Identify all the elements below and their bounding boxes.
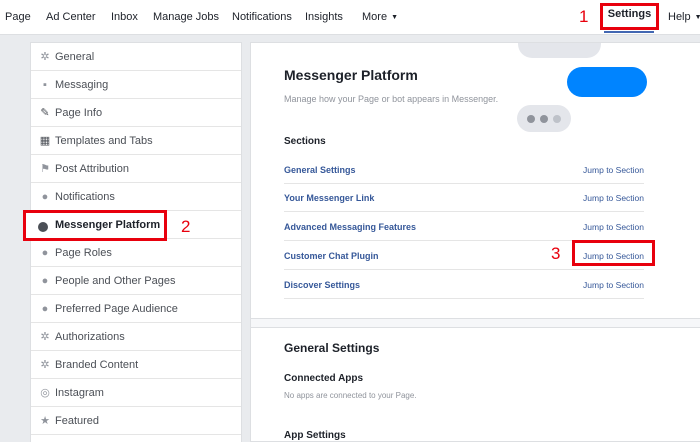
- annotation-2: 2: [181, 217, 191, 236]
- nav-settings[interactable]: Settings: [600, 3, 659, 30]
- annotation-3: 3: [551, 244, 561, 263]
- section-link-discover-settings[interactable]: Discover Settings: [284, 271, 360, 299]
- sidebar-item-label: Post Attribution: [55, 163, 129, 175]
- nav-notifications[interactable]: Notifications: [232, 0, 292, 35]
- section-row: Your Messenger Link Jump to Section: [284, 184, 644, 212]
- globe-icon: ●: [41, 191, 49, 203]
- section-row: General Settings Jump to Section: [284, 156, 644, 184]
- sidebar-item-branded-content[interactable]: ✲ Branded Content: [31, 351, 241, 379]
- caret-down-icon: ▼: [694, 14, 700, 21]
- caret-down-icon: ▼: [391, 14, 398, 21]
- section-row: Discover Settings Jump to Section: [284, 271, 644, 299]
- sidebar-item-label: Page Info: [55, 107, 103, 119]
- gear-icon: ✲: [40, 51, 50, 63]
- jump-to-section-link[interactable]: Jump to Section: [583, 184, 644, 212]
- sidebar-item-label: General: [55, 51, 95, 63]
- instagram-icon: ◎: [40, 387, 50, 399]
- sidebar-item-label: Preferred Page Audience: [55, 303, 178, 315]
- sidebar-item-label: Messenger Platform: [55, 219, 161, 231]
- connected-apps-text: No apps are connected to your Page.: [284, 391, 417, 400]
- sidebar-item-label: Instagram: [55, 387, 104, 399]
- pencil-icon: ✎: [40, 107, 50, 119]
- sidebar-item-preferred-page-audience[interactable]: ● Preferred Page Audience: [31, 295, 241, 323]
- nav-ad-center[interactable]: Ad Center: [46, 0, 96, 35]
- jump-to-section-highlight-box: [572, 240, 655, 266]
- sidebar-item-authorizations[interactable]: ✲ Authorizations: [31, 323, 241, 351]
- speech-bubble-icon: ▪: [43, 79, 47, 91]
- sidebar-item-post-attribution[interactable]: ⚑ Post Attribution: [31, 155, 241, 183]
- page-title: Messenger Platform: [284, 67, 418, 83]
- panel-header-section: Messenger Platform Manage how your Page …: [251, 43, 700, 318]
- sidebar-item-page-roles[interactable]: ● Page Roles: [31, 239, 241, 267]
- general-settings-heading: General Settings: [284, 341, 380, 355]
- nav-page[interactable]: Page: [5, 0, 31, 35]
- sidebar-item-label: Authorizations: [55, 331, 125, 343]
- sections-heading: Sections: [284, 136, 326, 147]
- sidebar-item-featured[interactable]: ★ Featured: [31, 407, 241, 435]
- nav-help-label: Help: [668, 11, 691, 23]
- nav-insights[interactable]: Insights: [305, 0, 343, 35]
- annotation-1: 1: [579, 7, 589, 26]
- connected-apps-heading: Connected Apps: [284, 373, 364, 384]
- settings-sidebar: ✲ General ▪ Messaging ✎ Page Info ▦ Temp…: [30, 42, 242, 442]
- section-link-your-messenger-link[interactable]: Your Messenger Link: [284, 184, 374, 212]
- grid-icon: ▦: [39, 135, 51, 147]
- dot-icon: [540, 115, 548, 123]
- dot-icon: [553, 115, 561, 123]
- sidebar-item-label: People and Other Pages: [55, 275, 176, 287]
- section-row: Advanced Messaging Features Jump to Sect…: [284, 213, 644, 241]
- sidebar-item-templates-and-tabs[interactable]: ▦ Templates and Tabs: [31, 127, 241, 155]
- person-plus-icon: ●: [41, 303, 49, 315]
- messenger-icon: [38, 222, 48, 232]
- sidebar-item-messenger-platform[interactable]: Messenger Platform: [23, 210, 167, 241]
- sidebar-item-page-info[interactable]: ✎ Page Info: [31, 99, 241, 127]
- nav-more-label: More: [362, 11, 388, 23]
- jump-to-section-link[interactable]: Jump to Section: [583, 213, 644, 241]
- flag-icon: ⚑: [40, 163, 50, 175]
- section-link-advanced-messaging-features[interactable]: Advanced Messaging Features: [284, 213, 416, 241]
- dot-icon: [527, 115, 535, 123]
- top-navigation-bar: Page Ad Center Inbox Manage Jobs Notific…: [0, 0, 700, 35]
- sidebar-item-label: Notifications: [55, 191, 115, 203]
- sidebar-item-label: Featured: [55, 415, 100, 427]
- page-subtitle: Manage how your Page or bot appears in M…: [284, 94, 499, 104]
- nav-help[interactable]: Help ▼: [668, 0, 700, 35]
- person-icon: ●: [41, 247, 49, 259]
- sidebar-item-label: Messaging: [55, 79, 109, 91]
- sidebar-item-instagram[interactable]: ◎ Instagram: [31, 379, 241, 407]
- sidebar-item-label: Templates and Tabs: [55, 135, 153, 147]
- star-icon: ★: [40, 415, 50, 427]
- jump-to-section-link[interactable]: Jump to Section: [583, 271, 644, 299]
- active-tab-indicator: [604, 31, 654, 33]
- sidebar-item-label: Branded Content: [55, 359, 139, 371]
- sidebar-item-people-and-other-pages[interactable]: ● People and Other Pages: [31, 267, 241, 295]
- chat-bubble-illustration-blue: [567, 67, 647, 97]
- section-divider: [251, 318, 700, 328]
- settings-icon: ✲: [40, 331, 50, 343]
- settings-icon: ✲: [40, 359, 50, 371]
- sidebar-item-messaging[interactable]: ▪ Messaging: [31, 71, 241, 99]
- nav-inbox[interactable]: Inbox: [111, 0, 138, 35]
- typing-indicator-illustration: [517, 105, 571, 132]
- nav-more[interactable]: More ▼: [362, 0, 398, 35]
- app-settings-heading: App Settings: [284, 430, 346, 441]
- person-plus-icon: ●: [41, 275, 49, 287]
- chat-bubble-illustration: [518, 43, 601, 58]
- sidebar-item-general[interactable]: ✲ General: [31, 43, 241, 71]
- jump-to-section-link[interactable]: Jump to Section: [583, 156, 644, 184]
- nav-manage-jobs[interactable]: Manage Jobs: [153, 0, 219, 35]
- sidebar-item-notifications[interactable]: ● Notifications: [31, 183, 241, 211]
- sidebar-item-label: Page Roles: [55, 247, 112, 259]
- section-link-customer-chat-plugin[interactable]: Customer Chat Plugin: [284, 242, 379, 270]
- section-link-general-settings[interactable]: General Settings: [284, 156, 356, 184]
